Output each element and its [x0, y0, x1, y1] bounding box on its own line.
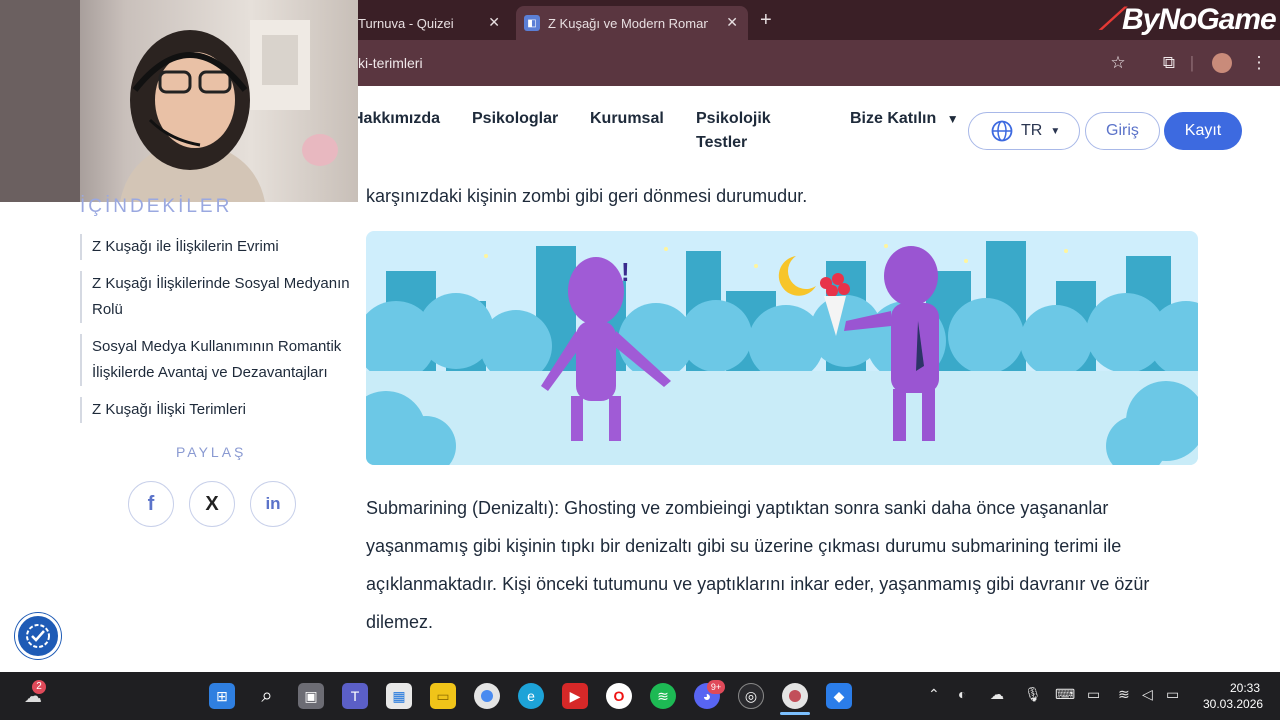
- display-icon[interactable]: ▭: [1087, 686, 1100, 703]
- app-icon[interactable]: ◆: [826, 683, 852, 709]
- nav-hakkimizda[interactable]: Hakkımızda: [352, 110, 440, 128]
- discord-badge: 9+: [707, 680, 725, 694]
- close-tab-icon[interactable]: ✕: [488, 14, 500, 31]
- microphone-icon[interactable]: 🎙: [1024, 686, 1042, 703]
- bookmark-star-icon[interactable]: ☆: [1105, 50, 1131, 76]
- toolbar-divider: |: [1189, 53, 1195, 72]
- nav-psikolojik[interactable]: Psikolojik: [696, 110, 771, 128]
- spotify-icon[interactable]: ≋: [650, 683, 676, 709]
- tab-title: Z Kuşağı ve Modern Romantik İ: [548, 15, 708, 31]
- tab-z-kusagi[interactable]: ◧ Z Kuşağı ve Modern Romantik İ ✕: [516, 6, 748, 40]
- toc-item[interactable]: Z Kuşağı İlişkilerinde Sosyal Medyanın R…: [80, 271, 350, 323]
- accessibility-button[interactable]: [15, 613, 61, 659]
- globe-icon: [991, 120, 1013, 142]
- nav-testler[interactable]: Testler: [696, 134, 747, 152]
- extensions-icon[interactable]: ⧉: [1156, 50, 1182, 76]
- streamer-webcam-image: [0, 0, 338, 202]
- url-field[interactable]: ki-terimleri: [358, 55, 423, 71]
- toc-item[interactable]: Z Kuşağı İlişki Terimleri: [80, 397, 350, 423]
- article-paragraph: karşınızdaki kişinin zombi gibi geri dön…: [366, 186, 808, 206]
- toc-title: İÇİNDEKİLER: [80, 196, 233, 217]
- active-app-indicator: [780, 712, 810, 715]
- nav-psikologlar[interactable]: Psikologlar: [472, 110, 558, 128]
- windows-start-icon[interactable]: ⊞: [209, 683, 235, 709]
- close-tab-icon[interactable]: ✕: [726, 14, 738, 31]
- task-view-icon[interactable]: ▣: [298, 683, 324, 709]
- x-share-icon[interactable]: X: [189, 481, 235, 527]
- edge-icon[interactable]: e: [518, 683, 544, 709]
- opera-icon[interactable]: O: [606, 683, 632, 709]
- chrome-icon[interactable]: [474, 683, 500, 709]
- wifi-icon[interactable]: ≋: [1118, 686, 1130, 703]
- language-label: TR: [1021, 122, 1043, 139]
- clock-date[interactable]: 30.03.2026: [1203, 697, 1263, 711]
- tray-overflow-icon[interactable]: ⌃: [928, 686, 940, 703]
- svg-text:!: !: [621, 257, 630, 287]
- weather-badge: 2: [32, 680, 46, 694]
- clock-time[interactable]: 20:33: [1230, 681, 1260, 695]
- media-player-icon[interactable]: ▶: [562, 683, 588, 709]
- tray-app-icon[interactable]: ◐: [958, 686, 966, 702]
- caret-down-icon: ▼: [946, 112, 959, 126]
- new-tab-button[interactable]: +: [760, 9, 772, 32]
- share-title: PAYLAŞ: [176, 444, 247, 460]
- signup-button[interactable]: Kayıt: [1164, 112, 1242, 150]
- tab-title: Turnuva - Quizei: [358, 15, 454, 31]
- search-icon[interactable]: ⌕: [254, 683, 280, 709]
- keyboard-icon[interactable]: ⌨: [1055, 686, 1075, 703]
- webcam-overlay: [0, 0, 358, 202]
- caret-down-icon: ▼: [1050, 125, 1061, 137]
- bynogame-logo: ⟋ ByNoGame: [1100, 3, 1277, 36]
- profile-avatar[interactable]: [1212, 53, 1232, 73]
- facebook-share-icon[interactable]: f: [128, 481, 174, 527]
- login-button[interactable]: Giriş: [1085, 112, 1160, 150]
- toc-item[interactable]: Z Kuşağı ile İlişkilerin Evrimi: [80, 234, 350, 260]
- volume-icon[interactable]: ◁: [1142, 686, 1153, 703]
- article-paragraph: Submarining (Denizaltı): Ghosting ve zom…: [366, 498, 1150, 632]
- tab-quizei[interactable]: Turnuva - Quizei ✕: [358, 6, 510, 40]
- onedrive-icon[interactable]: ☁: [990, 686, 1004, 703]
- obs-icon[interactable]: ◎: [738, 683, 764, 709]
- teams-icon[interactable]: T: [342, 683, 368, 709]
- article-illustration: !: [366, 231, 1198, 465]
- toc-item[interactable]: Sosyal Medya Kullanımının Romantik İlişk…: [80, 334, 350, 386]
- chrome-profile-icon[interactable]: [782, 683, 808, 709]
- battery-icon[interactable]: ▭: [1166, 686, 1179, 703]
- language-selector[interactable]: TR ▼: [968, 112, 1080, 150]
- site-favicon-icon: ◧: [524, 15, 540, 31]
- accessibility-icon: [26, 624, 50, 648]
- nav-kurumsal[interactable]: Kurumsal: [590, 110, 664, 128]
- nav-bize-katilin[interactable]: Bize Katılın ▼: [850, 110, 959, 128]
- browser-menu-icon[interactable]: ⋮: [1246, 50, 1272, 76]
- linkedin-share-icon[interactable]: in: [250, 481, 296, 527]
- store-icon[interactable]: ▦: [386, 683, 412, 709]
- file-explorer-icon[interactable]: ▭: [430, 683, 456, 709]
